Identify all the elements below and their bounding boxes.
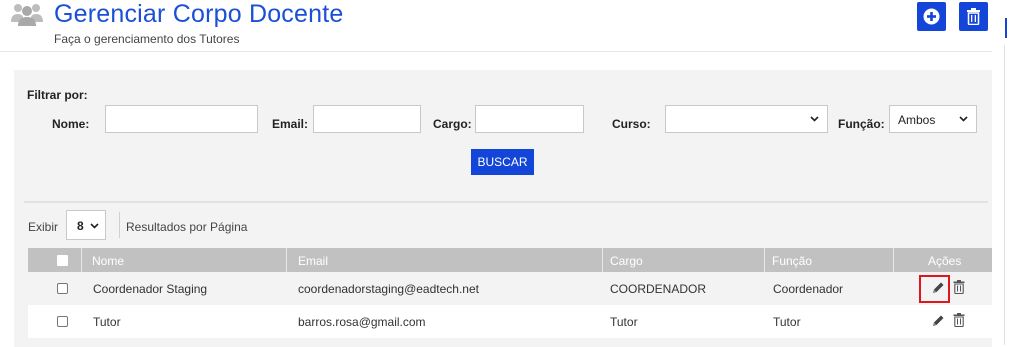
search-button[interactable]: BUSCAR xyxy=(471,149,534,175)
nome-input[interactable] xyxy=(105,105,258,133)
cell-funcao: Coordenador xyxy=(773,282,844,296)
nome-label: Nome: xyxy=(52,117,90,131)
filter-title: Filtrar por: xyxy=(27,88,88,102)
column-separator xyxy=(764,248,765,272)
content-panel: Filtrar por: Nome: Email: Cargo: Curso: … xyxy=(14,70,992,347)
trash-icon[interactable] xyxy=(953,313,965,327)
page-subtitle: Faça o gerenciamento dos Tutores xyxy=(54,32,240,46)
cargo-input[interactable] xyxy=(475,105,584,133)
divider xyxy=(119,212,120,238)
page-size-value: 8 xyxy=(77,219,84,233)
page-title: Gerenciar Corpo Docente xyxy=(54,0,344,28)
chevron-down-icon xyxy=(810,116,819,122)
column-header-cargo[interactable]: Cargo xyxy=(610,248,643,272)
cell-nome: Tutor xyxy=(93,315,121,329)
column-separator xyxy=(893,248,894,272)
funcao-select[interactable]: Ambos xyxy=(889,105,977,133)
divider xyxy=(24,201,988,203)
exibir-label: Exibir xyxy=(28,220,59,234)
chevron-down-icon xyxy=(959,116,968,122)
table-header: Nome Email Cargo Função Ações xyxy=(28,248,992,272)
funcao-select-value: Ambos xyxy=(898,113,936,127)
email-input[interactable] xyxy=(313,105,421,133)
curso-select[interactable] xyxy=(665,105,828,133)
column-separator xyxy=(286,248,287,272)
cell-email: coordenadorstaging@eadtech.net xyxy=(298,282,479,296)
email-label: Email: xyxy=(272,117,309,131)
row-checkbox[interactable] xyxy=(57,316,68,327)
table-row[interactable]: Tutor barros.rosa@gmail.com Tutor Tutor xyxy=(28,305,992,338)
row-checkbox[interactable] xyxy=(57,283,68,294)
column-header-email[interactable]: Email xyxy=(298,248,328,272)
pencil-icon[interactable] xyxy=(931,281,945,295)
trash-icon xyxy=(967,8,980,25)
delete-selected-button[interactable] xyxy=(959,2,988,31)
cell-nome: Coordenador Staging xyxy=(93,282,208,296)
pencil-icon[interactable] xyxy=(931,314,945,328)
results-per-page-label: Resultados por Página xyxy=(126,220,248,234)
cell-funcao: Tutor xyxy=(773,315,801,329)
column-header-funcao[interactable]: Função xyxy=(772,248,812,272)
funcao-label: Função: xyxy=(838,117,885,131)
page-header: Gerenciar Corpo Docente Faça o gerenciam… xyxy=(0,0,992,52)
trash-icon[interactable] xyxy=(953,280,965,294)
cell-cargo: Tutor xyxy=(610,315,638,329)
chevron-down-icon xyxy=(90,223,99,229)
column-separator xyxy=(602,248,603,272)
curso-label: Curso: xyxy=(612,117,651,131)
table-row[interactable]: Coordenador Staging coordenadorstaging@e… xyxy=(28,272,992,305)
cell-email: barros.rosa@gmail.com xyxy=(298,315,426,329)
column-separator xyxy=(81,248,82,272)
cell-cargo: COORDENADOR xyxy=(610,282,707,296)
select-all-checkbox[interactable] xyxy=(57,255,68,266)
plus-circle-icon xyxy=(923,8,940,25)
column-header-nome[interactable]: Nome xyxy=(92,248,124,272)
people-group-icon xyxy=(11,4,43,26)
right-edge-marker xyxy=(1005,18,1007,38)
add-tutor-button[interactable] xyxy=(917,2,946,31)
column-header-acoes: Ações xyxy=(928,254,962,268)
cargo-label: Cargo: xyxy=(433,117,472,131)
page-size-select[interactable]: 8 xyxy=(66,210,106,240)
right-edge-rule xyxy=(1004,45,1005,345)
